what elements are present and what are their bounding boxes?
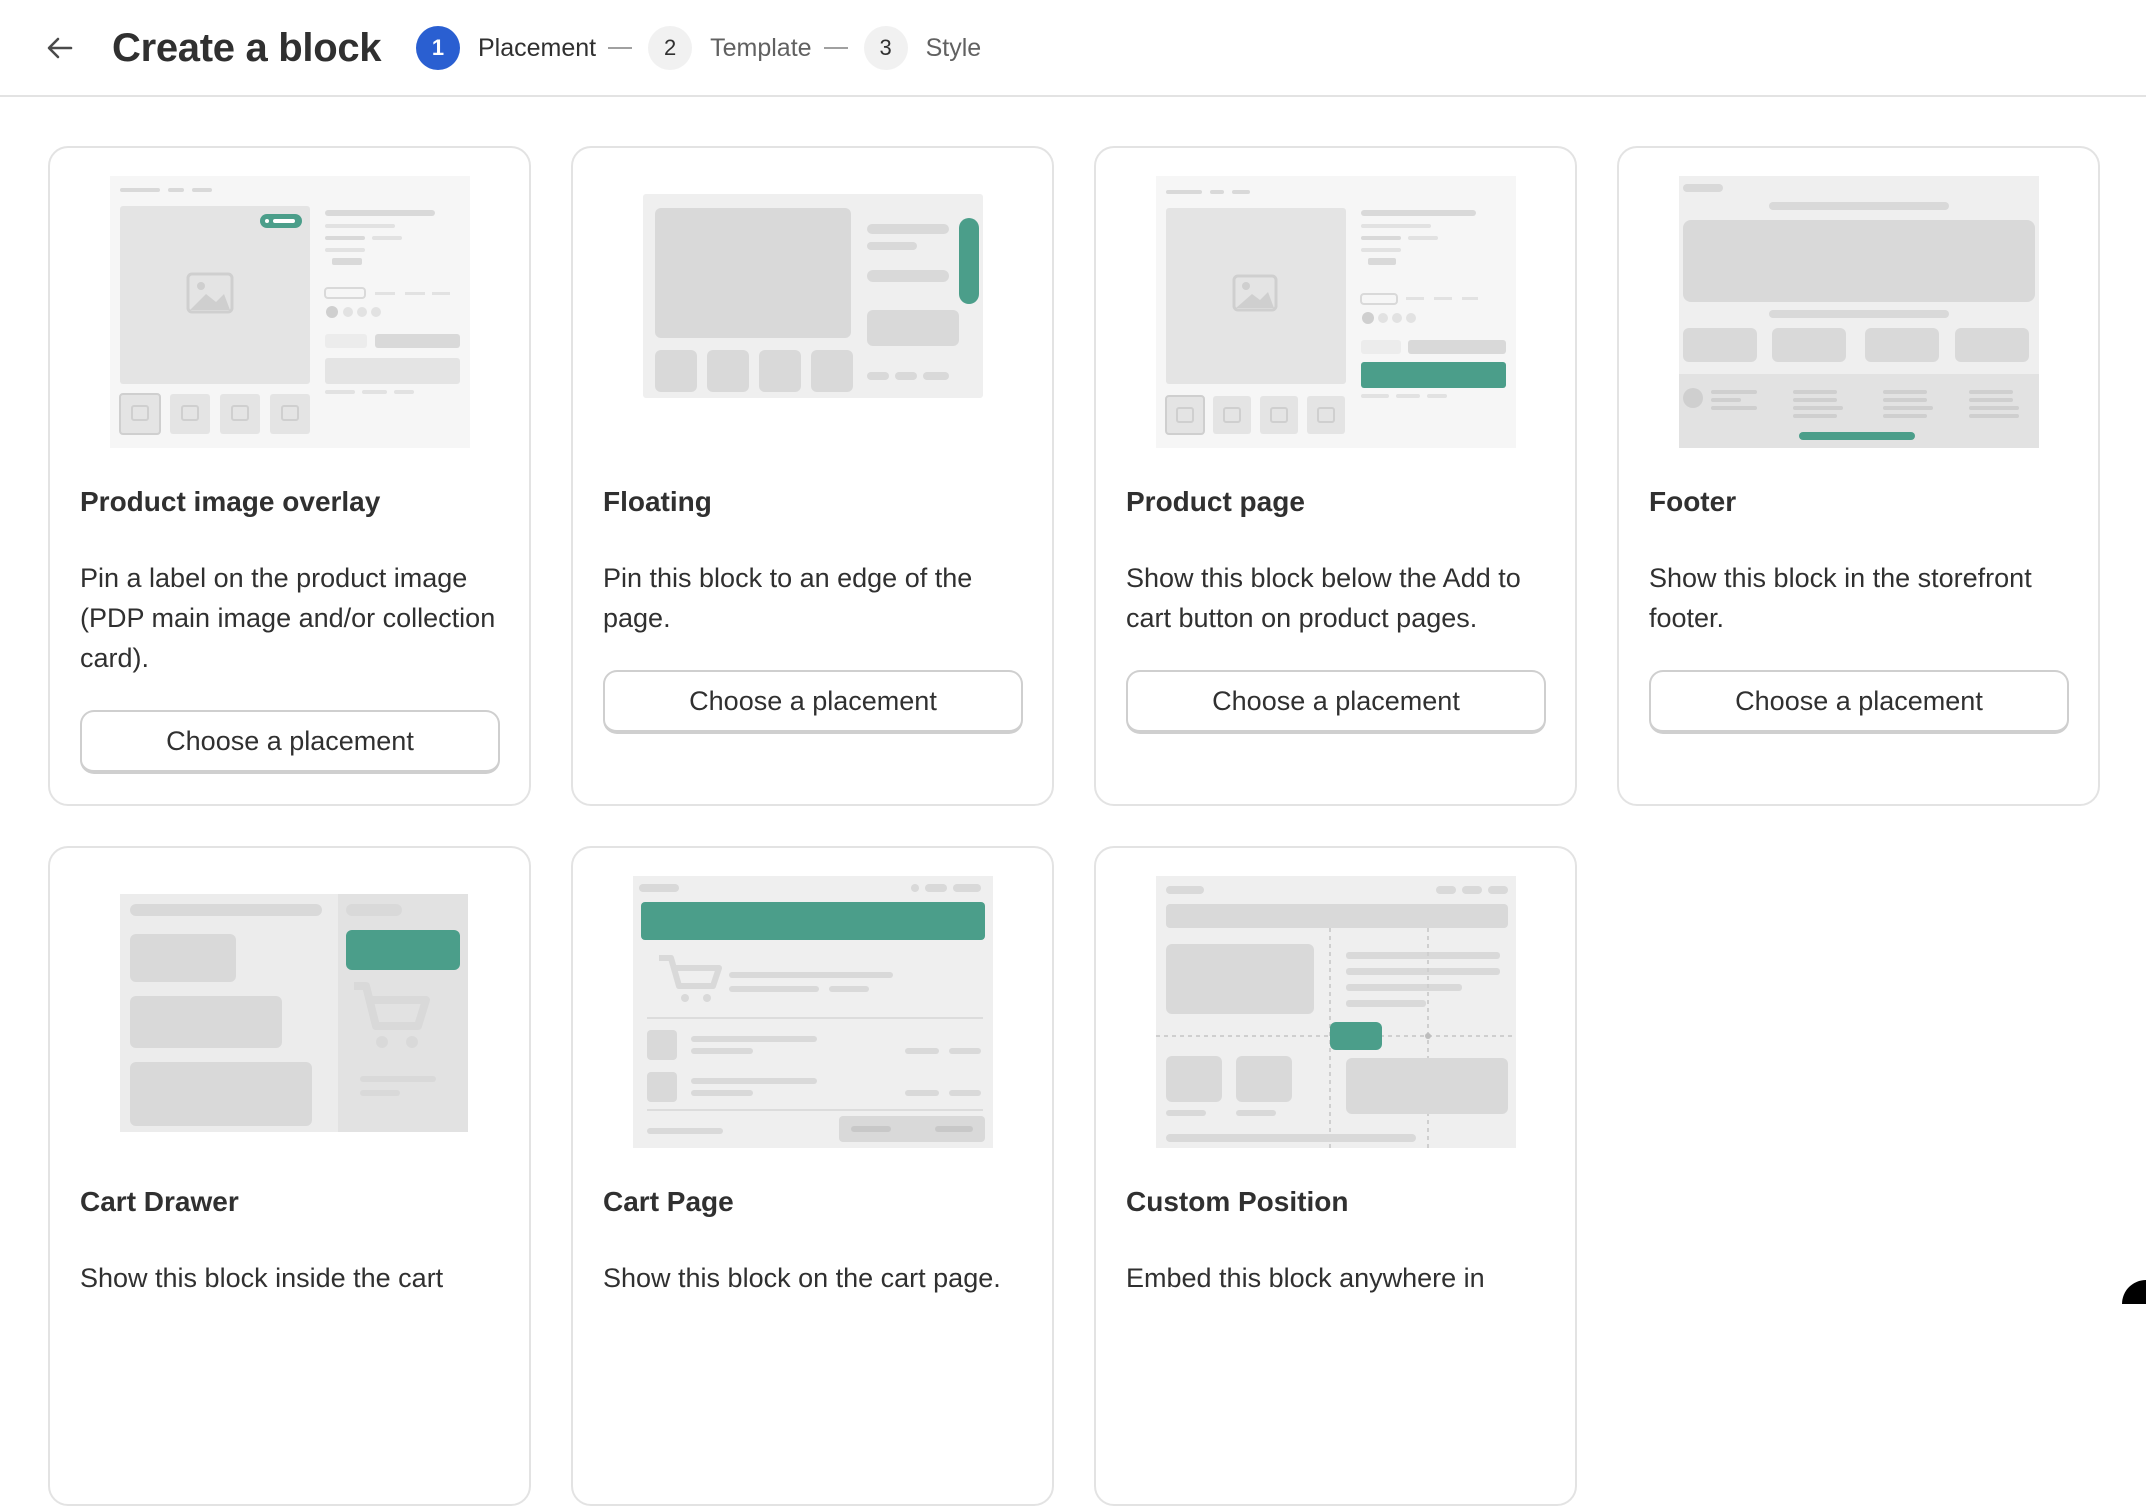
card-description: Pin this block to an edge of the page. — [603, 558, 1023, 638]
card-title: Cart Drawer — [80, 1186, 239, 1218]
card-title: Product page — [1126, 486, 1305, 518]
step-label: Template — [710, 34, 811, 63]
footer-illustration — [1679, 176, 2039, 448]
card-description: Show this block below the Add to cart bu… — [1126, 558, 1546, 638]
card-description: Show this block in the storefront footer… — [1649, 558, 2069, 638]
floating-illustration — [633, 176, 993, 448]
cart-drawer-illustration — [110, 876, 470, 1148]
choose-placement-button[interactable]: Choose a placement — [1649, 670, 2069, 734]
placement-card-cart-drawer[interactable]: Cart Drawer Show this block inside the c… — [48, 846, 531, 1506]
placement-card-custom-position[interactable]: Custom Position Embed this block anywher… — [1094, 846, 1577, 1506]
placement-card-footer[interactable]: Footer Show this block in the storefront… — [1617, 146, 2100, 806]
placement-card-product-page[interactable]: Product page Show this block below the A… — [1094, 146, 1577, 806]
page-title: Create a block — [112, 22, 381, 74]
custom-position-illustration — [1156, 876, 1516, 1148]
card-description: Pin a label on the product image (PDP ma… — [80, 558, 500, 678]
back-button[interactable] — [40, 28, 80, 68]
card-title: Custom Position — [1126, 1186, 1348, 1218]
placement-card-cart-page[interactable]: Cart Page Show this block on the cart pa… — [571, 846, 1054, 1506]
step-label: Placement — [478, 34, 596, 63]
step-number: 1 — [416, 26, 460, 70]
arrow-left-icon — [45, 33, 75, 63]
card-description: Embed this block anywhere in — [1126, 1258, 1546, 1298]
step-separator — [608, 47, 632, 49]
product-image-overlay-illustration — [110, 176, 470, 448]
card-title: Cart Page — [603, 1186, 734, 1218]
step-number: 2 — [648, 26, 692, 70]
step-style[interactable]: 3 Style — [864, 26, 982, 70]
step-separator — [824, 47, 848, 49]
choose-placement-button[interactable]: Choose a placement — [603, 670, 1023, 734]
step-label: Style — [926, 34, 982, 63]
placement-card-product-image-overlay[interactable]: Product image overlay Pin a label on the… — [48, 146, 531, 806]
cart-page-illustration — [633, 876, 993, 1148]
stepper: 1 Placement 2 Template 3 Style — [416, 25, 981, 71]
card-description: Show this block on the cart page. — [603, 1258, 1023, 1298]
product-page-illustration — [1156, 176, 1516, 448]
choose-placement-button[interactable]: Choose a placement — [80, 710, 500, 774]
placement-card-floating[interactable]: Floating Pin this block to an edge of th… — [571, 146, 1054, 806]
page-header: Create a block 1 Placement 2 Template 3 … — [0, 0, 2146, 97]
card-title: Footer — [1649, 486, 1736, 518]
step-template[interactable]: 2 Template — [648, 26, 811, 70]
choose-placement-button[interactable]: Choose a placement — [1126, 670, 1546, 734]
card-description: Show this block inside the cart — [80, 1258, 500, 1298]
window-corner — [2122, 1280, 2146, 1304]
card-title: Product image overlay — [80, 486, 380, 518]
step-placement[interactable]: 1 Placement — [416, 26, 596, 70]
card-title: Floating — [603, 486, 712, 518]
step-number: 3 — [864, 26, 908, 70]
